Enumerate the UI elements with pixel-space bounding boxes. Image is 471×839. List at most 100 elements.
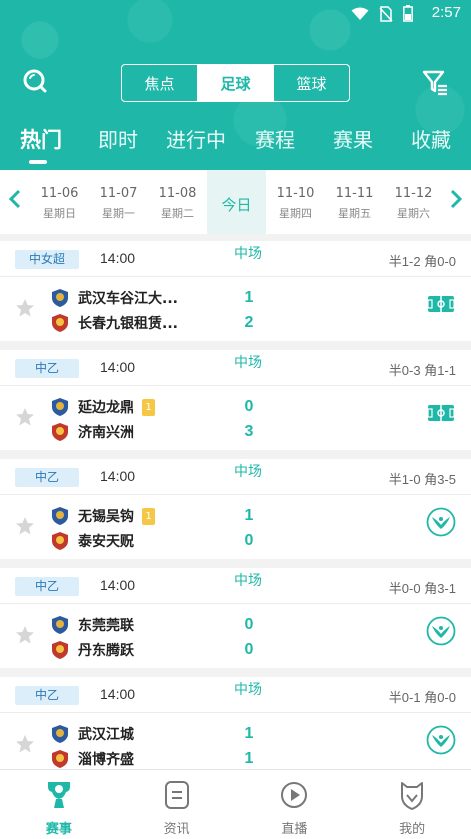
favorite-button[interactable] xyxy=(15,625,35,645)
match-header: 中乙 14:00 中场 半0-1 角0-0 xyxy=(0,677,471,713)
away-score: 2 xyxy=(244,314,254,331)
team-name: 丹东腾跃 xyxy=(78,643,134,659)
league-badge[interactable]: 中乙 xyxy=(15,686,79,705)
match-card[interactable]: 中乙 14:00 中场 半0-1 角0-0 武汉江城 淄博齐盛 1 1 xyxy=(0,677,471,777)
team-name: 济南兴洲 xyxy=(78,425,134,441)
date-item[interactable]: 11-06 星期日 xyxy=(30,170,89,234)
away-team: 长春九银租赁... xyxy=(50,312,178,334)
search-button[interactable] xyxy=(20,66,50,96)
trophy-icon xyxy=(47,782,70,808)
star-icon xyxy=(16,408,34,426)
match-header: 中乙 14:00 中场 半1-0 角3-5 xyxy=(0,459,471,495)
match-card[interactable]: 中乙 14:00 中场 半0-3 角1-1 延边龙鼎 1 济南兴洲 0 3 xyxy=(0,350,471,450)
chevron-left-icon xyxy=(8,189,21,209)
pitch-icon xyxy=(427,296,455,312)
favorite-button[interactable] xyxy=(15,407,35,427)
date-item-today[interactable]: 今日 xyxy=(207,170,266,234)
home-score: 1 xyxy=(244,725,254,742)
home-score: 1 xyxy=(244,289,254,306)
nav-live[interactable]: 直播 xyxy=(236,770,354,839)
tab-schedule[interactable]: 赛程 xyxy=(255,124,295,153)
date-item[interactable]: 11-08 星期二 xyxy=(148,170,207,234)
home-team: 武汉江城 xyxy=(50,723,134,745)
match-detail-button[interactable] xyxy=(426,616,456,646)
match-detail-button[interactable] xyxy=(426,398,456,428)
match-card[interactable]: 中女超 14:00 中场 半1-2 角0-0 武汉车谷江大... 长春九银租赁.… xyxy=(0,241,471,341)
star-icon xyxy=(16,517,34,535)
half-corner-stats: 半1-0 角3-5 xyxy=(388,472,456,487)
half-corner-stats: 半0-0 角3-1 xyxy=(388,581,456,596)
team-name: 无锡吴钩 xyxy=(78,509,134,525)
bottom-navigation: 赛事 资讯 直播 我的 xyxy=(0,769,471,839)
favorite-button[interactable] xyxy=(15,516,35,536)
league-badge[interactable]: 中乙 xyxy=(15,468,79,487)
filter-button[interactable] xyxy=(421,68,449,96)
home-score: 1 xyxy=(244,507,254,524)
team-logo-icon xyxy=(52,532,68,550)
tab-in-progress[interactable]: 进行中 xyxy=(166,124,226,153)
home-team: 东莞莞联 xyxy=(50,614,134,636)
league-badge[interactable]: 中乙 xyxy=(15,577,79,596)
team-name: 长春九银租赁... xyxy=(78,316,178,332)
match-card[interactable]: 中乙 14:00 中场 半0-0 角3-1 东莞莞联 丹东腾跃 0 0 xyxy=(0,568,471,668)
date-next-button[interactable] xyxy=(449,188,463,216)
nav-profile[interactable]: 我的 xyxy=(353,770,471,839)
match-status: 中场 xyxy=(234,464,262,480)
red-card-badge: 1 xyxy=(142,507,155,525)
date-item[interactable]: 11-10 星期四 xyxy=(266,170,325,234)
segment-basketball[interactable]: 篮球 xyxy=(274,65,349,101)
team-logo-icon xyxy=(52,725,68,743)
match-status: 中场 xyxy=(234,573,262,589)
match-detail-button[interactable] xyxy=(426,289,456,319)
kickoff-time: 14:00 xyxy=(100,577,136,593)
category-tabs: 热门 即时 进行中 赛程 赛果 收藏 xyxy=(0,124,471,170)
home-score: 0 xyxy=(244,398,254,415)
team-name: 东莞莞联 xyxy=(78,618,134,634)
profile-icon xyxy=(401,782,424,810)
tab-hot[interactable]: 热门 xyxy=(20,124,62,154)
team-name: 武汉车谷江大... xyxy=(78,291,178,307)
match-status: 中场 xyxy=(234,246,262,262)
star-icon xyxy=(16,626,34,644)
away-score: 0 xyxy=(244,641,254,658)
match-header: 中女超 14:00 中场 半1-2 角0-0 xyxy=(0,241,471,277)
league-badge[interactable]: 中女超 xyxy=(15,250,79,269)
favorite-button[interactable] xyxy=(15,734,35,754)
away-team: 济南兴洲 xyxy=(50,421,134,443)
favorite-button[interactable] xyxy=(15,298,35,318)
battery-icon xyxy=(403,5,413,26)
no-signal-icon xyxy=(379,5,393,26)
half-corner-stats: 半0-1 角0-0 xyxy=(388,690,456,705)
match-header: 中乙 14:00 中场 半0-3 角1-1 xyxy=(0,350,471,386)
nav-events[interactable]: 赛事 xyxy=(0,770,118,839)
team-logo-icon xyxy=(52,398,68,416)
header: 2:57 焦点 足球 篮球 热门 即时 进行中 赛程 赛果 收藏 xyxy=(0,0,471,170)
away-score: 1 xyxy=(244,750,254,767)
nav-news[interactable]: 资讯 xyxy=(118,770,236,839)
date-prev-button[interactable] xyxy=(8,188,22,216)
match-card[interactable]: 中乙 14:00 中场 半1-0 角3-5 无锡吴钩 1 泰安天贶 1 0 xyxy=(0,459,471,559)
tab-live[interactable]: 即时 xyxy=(98,124,138,153)
team-name: 武汉江城 xyxy=(78,727,134,743)
filter-icon xyxy=(422,70,447,96)
segment-football[interactable]: 足球 xyxy=(198,65,274,101)
half-corner-stats: 半0-3 角1-1 xyxy=(388,363,456,378)
date-item[interactable]: 11-12 星期六 xyxy=(384,170,443,234)
date-item[interactable]: 11-11 星期五 xyxy=(325,170,384,234)
team-logo-icon xyxy=(52,616,68,634)
segment-focus[interactable]: 焦点 xyxy=(122,65,198,101)
red-card-badge: 1 xyxy=(142,398,155,416)
match-detail-button[interactable] xyxy=(426,507,456,537)
tab-results[interactable]: 赛果 xyxy=(333,124,373,153)
team-logo-icon xyxy=(52,641,68,659)
match-detail-button[interactable] xyxy=(426,725,456,755)
status-time: 2:57 xyxy=(431,4,461,21)
kickoff-time: 14:00 xyxy=(100,250,136,266)
play-icon xyxy=(281,782,308,808)
league-badge[interactable]: 中乙 xyxy=(15,359,79,378)
news-icon xyxy=(164,781,189,809)
tab-favorites[interactable]: 收藏 xyxy=(411,124,451,153)
wifi-icon xyxy=(351,6,369,25)
date-item[interactable]: 11-07 星期一 xyxy=(89,170,148,234)
away-score: 0 xyxy=(244,532,254,549)
